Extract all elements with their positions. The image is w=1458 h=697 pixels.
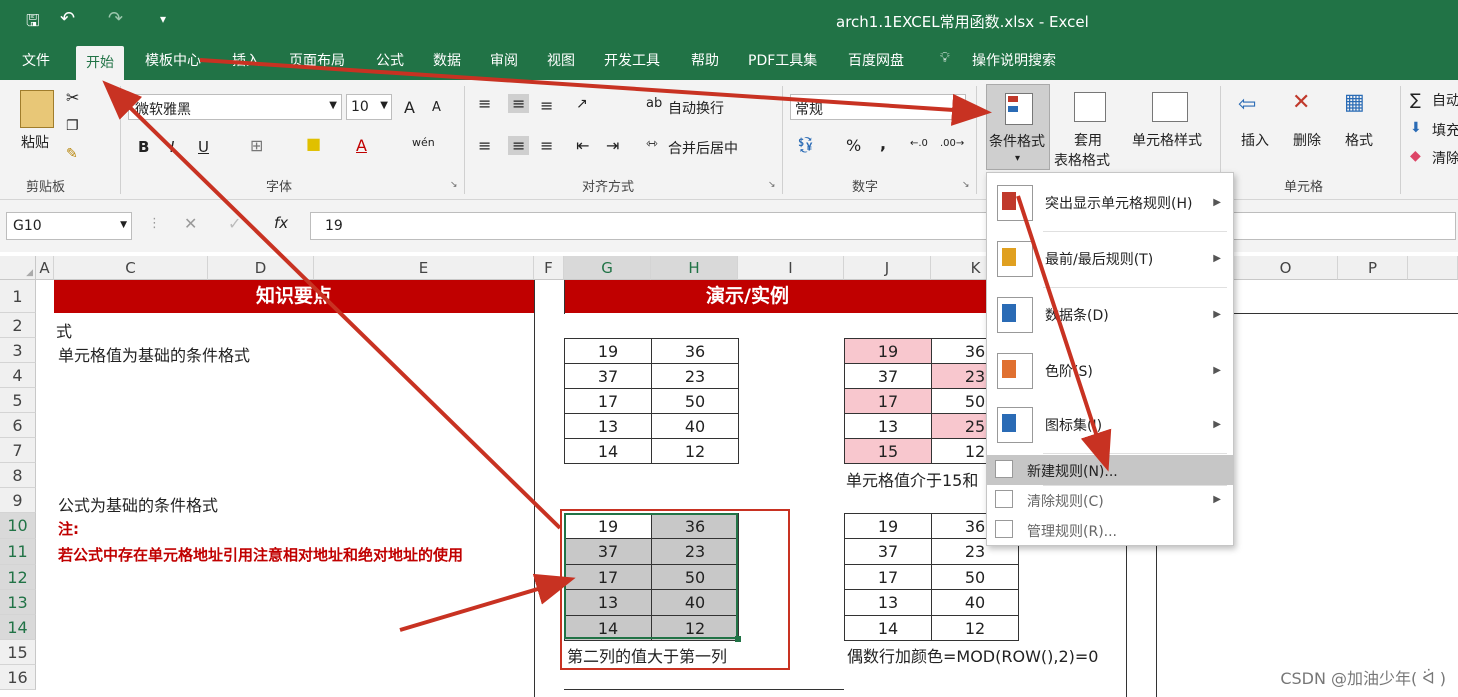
watermark: CSDN @加油少年( ᐛ ) xyxy=(1280,669,1446,688)
arrow-selection-to-home xyxy=(102,80,562,530)
arrow-to-new-rule xyxy=(1016,195,1112,472)
annotation-arrows xyxy=(102,58,1112,632)
arrow-home-to-condformat xyxy=(199,58,992,126)
arrow-to-selection xyxy=(399,573,576,632)
